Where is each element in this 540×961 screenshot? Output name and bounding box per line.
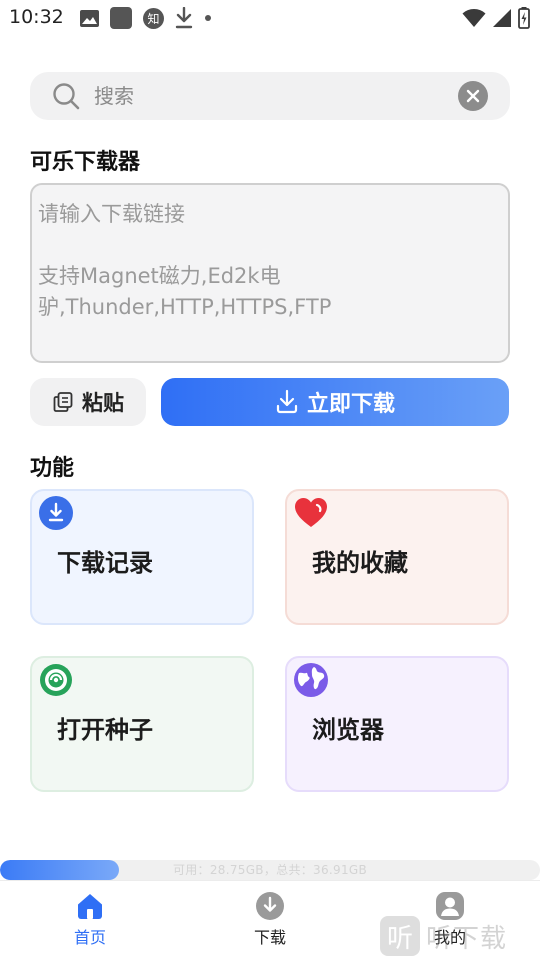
dot-icon	[204, 14, 212, 22]
close-icon	[466, 89, 480, 103]
link-input-box[interactable]	[30, 183, 510, 363]
feature-label: 打开种子	[57, 716, 153, 744]
home-icon	[78, 894, 102, 919]
paste-icon	[53, 392, 73, 412]
wifi-icon	[462, 8, 486, 28]
feature-browser[interactable]: 浏览器	[285, 656, 509, 792]
feature-open-torrent[interactable]: 打开种子	[30, 656, 254, 792]
download-now-label: 立即下载	[306, 392, 395, 417]
globe-icon	[294, 663, 328, 697]
zhihu-icon: 知	[143, 7, 164, 29]
torrent-icon	[39, 663, 73, 697]
image-icon	[80, 9, 99, 27]
nav-home[interactable]: 首页	[40, 891, 140, 948]
paste-label: 粘贴	[82, 391, 124, 415]
status-bar: 10:32 知	[0, 0, 540, 36]
watermark: 听 听下载	[380, 915, 507, 957]
download-link-input[interactable]	[38, 199, 498, 349]
system-icons	[456, 7, 530, 29]
battery-charging-icon	[518, 7, 530, 29]
status-time: 10:32	[9, 6, 64, 28]
watermark-badge: 听	[380, 916, 420, 956]
app-square-icon	[110, 7, 132, 29]
feature-label: 我的收藏	[312, 549, 408, 577]
signal-icon	[492, 8, 512, 28]
download-now-button[interactable]: 立即下载	[161, 378, 509, 426]
download-icon	[256, 892, 284, 920]
clear-search-button[interactable]	[458, 81, 488, 111]
storage-text: 可用：28.75GB，总共：36.91GB	[172, 863, 368, 877]
download-arrow-icon	[175, 7, 193, 29]
search-icon	[52, 82, 80, 110]
feature-label: 浏览器	[312, 716, 384, 744]
feature-my-favorites[interactable]: 我的收藏	[285, 489, 509, 625]
feature-download-history[interactable]: 下载记录	[30, 489, 254, 625]
download-circle-icon	[39, 496, 73, 530]
svg-text:知: 知	[147, 12, 159, 26]
watermark-text: 听下载	[426, 923, 508, 954]
storage-bar: 可用：28.75GB，总共：36.91GB	[0, 860, 540, 880]
features-title: 功能	[30, 456, 75, 481]
feature-label: 下载记录	[57, 549, 153, 577]
nav-download[interactable]: 下载	[220, 891, 320, 948]
app-title: 可乐下载器	[30, 150, 141, 175]
nav-label: 首页	[73, 928, 106, 947]
search-bar[interactable]	[30, 72, 510, 120]
paste-button[interactable]: 粘贴	[30, 378, 146, 426]
search-input[interactable]	[94, 80, 454, 112]
nav-label: 下载	[253, 928, 286, 947]
notification-icons: 知	[80, 7, 223, 29]
download-icon	[276, 389, 298, 414]
heart-icon	[294, 496, 328, 530]
